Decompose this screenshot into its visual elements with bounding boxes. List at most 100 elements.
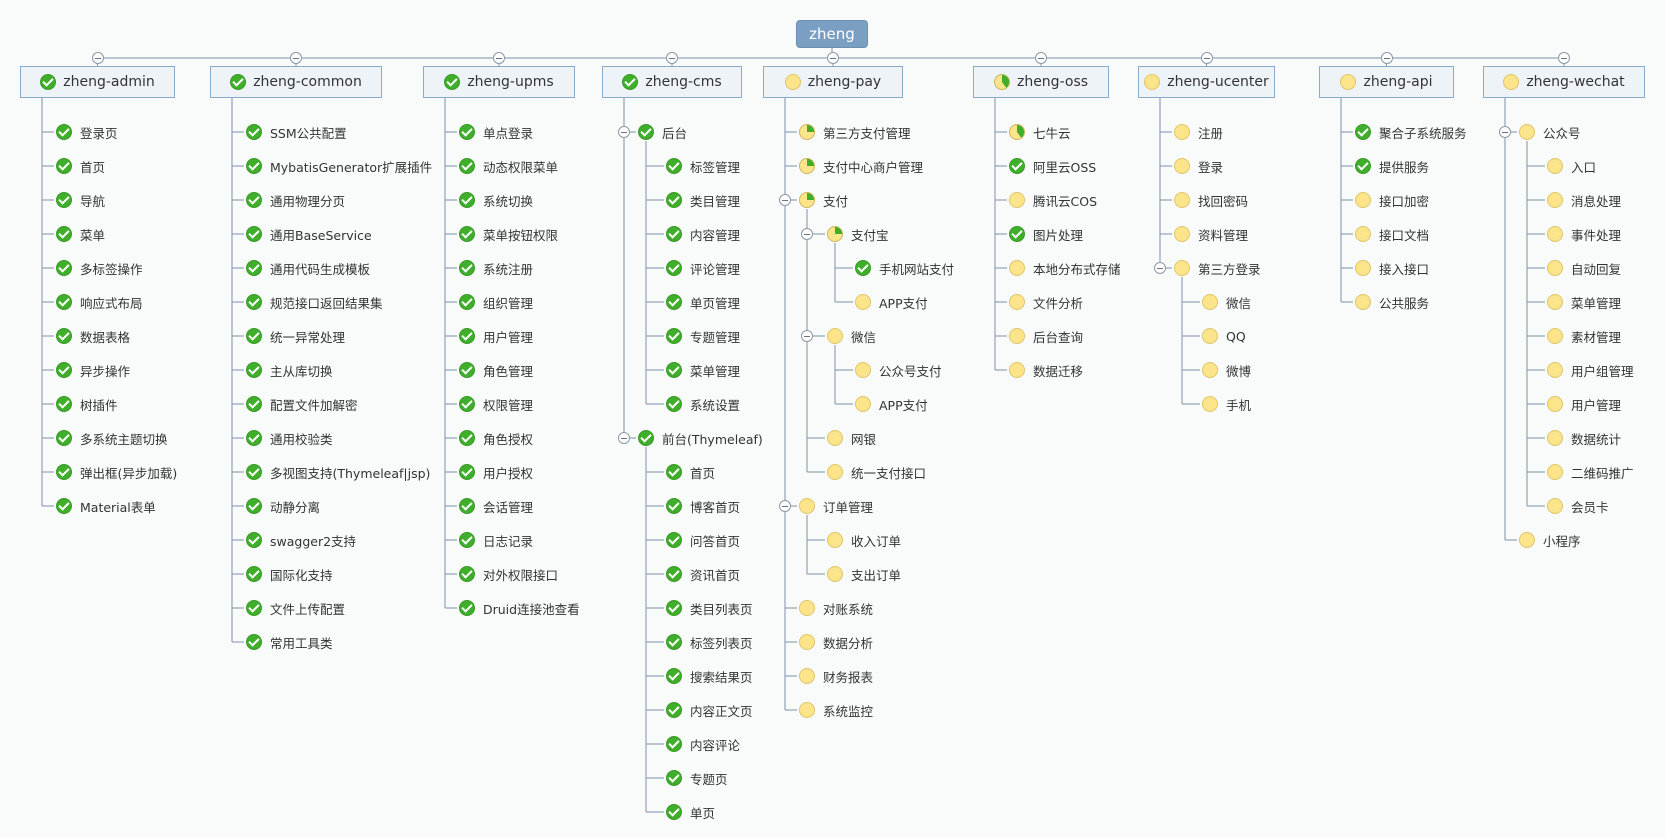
module-node[interactable]: zheng-wechat — [1483, 66, 1645, 98]
tree-node[interactable]: 支出订单 — [827, 564, 901, 584]
tree-node[interactable]: 文件分析 — [1009, 292, 1083, 312]
tree-node[interactable]: 本地分布式存储 — [1009, 258, 1121, 278]
module-node[interactable]: zheng-oss — [973, 66, 1109, 98]
tree-node[interactable]: 聚合子系统服务 — [1355, 122, 1467, 142]
collapse-toggle[interactable] — [801, 330, 813, 342]
collapse-toggle[interactable] — [666, 52, 678, 64]
module-node[interactable]: zheng-admin — [20, 66, 175, 98]
tree-node[interactable]: 标签列表页 — [666, 632, 753, 652]
tree-node[interactable]: 微信 — [827, 326, 876, 346]
tree-node[interactable]: 系统切换 — [459, 190, 533, 210]
tree-node[interactable]: 前台(Thymeleaf) — [638, 428, 763, 448]
tree-node[interactable]: 提供服务 — [1355, 156, 1429, 176]
tree-node[interactable]: 找回密码 — [1174, 190, 1248, 210]
tree-node[interactable]: 内容正文页 — [666, 700, 753, 720]
tree-node[interactable]: 通用校验类 — [246, 428, 333, 448]
tree-node[interactable]: 类目列表页 — [666, 598, 753, 618]
tree-node[interactable]: 数据分析 — [799, 632, 873, 652]
tree-node[interactable]: 资料管理 — [1174, 224, 1248, 244]
tree-node[interactable]: 公共服务 — [1355, 292, 1429, 312]
tree-node[interactable]: 微信 — [1202, 292, 1251, 312]
tree-node[interactable]: 动静分离 — [246, 496, 320, 516]
collapse-toggle[interactable] — [1154, 262, 1166, 274]
tree-node[interactable]: 组织管理 — [459, 292, 533, 312]
tree-node[interactable]: 登录 — [1174, 156, 1223, 176]
tree-node[interactable]: 手机网站支付 — [855, 258, 954, 278]
tree-node[interactable]: 资讯首页 — [666, 564, 740, 584]
tree-node[interactable]: QQ — [1202, 326, 1246, 346]
tree-node[interactable]: 数据表格 — [56, 326, 130, 346]
tree-node[interactable]: 用户管理 — [1547, 394, 1621, 414]
tree-node[interactable]: 导航 — [56, 190, 105, 210]
tree-node[interactable]: 首页 — [666, 462, 715, 482]
tree-node[interactable]: APP支付 — [855, 394, 928, 414]
tree-node[interactable]: 公众号 — [1519, 122, 1581, 142]
collapse-toggle[interactable] — [493, 52, 505, 64]
tree-node[interactable]: 二维码推广 — [1547, 462, 1634, 482]
tree-node[interactable]: 标签管理 — [666, 156, 740, 176]
tree-node[interactable]: 专题页 — [666, 768, 728, 788]
root-node[interactable]: zheng — [796, 20, 868, 48]
tree-node[interactable]: 对账系统 — [799, 598, 873, 618]
tree-node[interactable]: 通用物理分页 — [246, 190, 345, 210]
tree-node[interactable]: 弹出框(异步加载) — [56, 462, 177, 482]
tree-node[interactable]: 数据迁移 — [1009, 360, 1083, 380]
tree-node[interactable]: 支付 — [799, 190, 848, 210]
tree-node[interactable]: 第三方登录 — [1174, 258, 1261, 278]
tree-node[interactable]: 通用BaseService — [246, 224, 372, 244]
tree-node[interactable]: 单点登录 — [459, 122, 533, 142]
tree-node[interactable]: 统一异常处理 — [246, 326, 345, 346]
tree-node[interactable]: 多标签操作 — [56, 258, 143, 278]
collapse-toggle[interactable] — [1035, 52, 1047, 64]
tree-node[interactable]: 通用代码生成模板 — [246, 258, 370, 278]
tree-node[interactable]: 内容管理 — [666, 224, 740, 244]
module-node[interactable]: zheng-common — [210, 66, 382, 98]
tree-node[interactable]: 系统设置 — [666, 394, 740, 414]
tree-node[interactable]: 评论管理 — [666, 258, 740, 278]
tree-node[interactable]: 博客首页 — [666, 496, 740, 516]
collapse-toggle[interactable] — [779, 500, 791, 512]
tree-node[interactable]: 多系统主题切换 — [56, 428, 168, 448]
tree-node[interactable]: 多视图支持(Thymeleaf|jsp) — [246, 462, 430, 482]
tree-node[interactable]: 系统监控 — [799, 700, 873, 720]
tree-node[interactable]: 订单管理 — [799, 496, 873, 516]
tree-node[interactable]: 用户管理 — [459, 326, 533, 346]
tree-node[interactable]: 动态权限菜单 — [459, 156, 558, 176]
tree-node[interactable]: 日志记录 — [459, 530, 533, 550]
tree-node[interactable]: 响应式布局 — [56, 292, 143, 312]
tree-node[interactable]: 统一支付接口 — [827, 462, 926, 482]
tree-node[interactable]: 用户授权 — [459, 462, 533, 482]
tree-node[interactable]: 菜单管理 — [1547, 292, 1621, 312]
tree-node[interactable]: 网银 — [827, 428, 876, 448]
module-node[interactable]: zheng-cms — [602, 66, 742, 98]
tree-node[interactable]: 国际化支持 — [246, 564, 333, 584]
tree-node[interactable]: 素材管理 — [1547, 326, 1621, 346]
tree-node[interactable]: 公众号支付 — [855, 360, 942, 380]
tree-node[interactable]: 树插件 — [56, 394, 118, 414]
tree-node[interactable]: 入口 — [1547, 156, 1596, 176]
collapse-toggle[interactable] — [618, 432, 630, 444]
collapse-toggle[interactable] — [618, 126, 630, 138]
tree-node[interactable]: 类目管理 — [666, 190, 740, 210]
tree-node[interactable]: 规范接口返回结果集 — [246, 292, 383, 312]
tree-node[interactable]: MybatisGenerator扩展插件 — [246, 156, 432, 176]
tree-node[interactable]: 接入接口 — [1355, 258, 1429, 278]
tree-node[interactable]: 单页 — [666, 802, 715, 822]
tree-node[interactable]: 阿里云OSS — [1009, 156, 1096, 176]
tree-node[interactable]: Material表单 — [56, 496, 156, 516]
tree-node[interactable]: 登录页 — [56, 122, 118, 142]
tree-node[interactable]: 接口加密 — [1355, 190, 1429, 210]
tree-node[interactable]: 手机 — [1202, 394, 1251, 414]
tree-node[interactable]: 搜索结果页 — [666, 666, 753, 686]
tree-node[interactable]: 系统注册 — [459, 258, 533, 278]
tree-node[interactable]: 异步操作 — [56, 360, 130, 380]
tree-node[interactable]: APP支付 — [855, 292, 928, 312]
tree-node[interactable]: 小程序 — [1519, 530, 1581, 550]
tree-node[interactable]: 支付宝 — [827, 224, 889, 244]
tree-node[interactable]: 事件处理 — [1547, 224, 1621, 244]
tree-node[interactable]: 后台 — [638, 122, 687, 142]
tree-node[interactable]: 问答首页 — [666, 530, 740, 550]
tree-node[interactable]: 角色管理 — [459, 360, 533, 380]
tree-node[interactable]: 用户组管理 — [1547, 360, 1634, 380]
collapse-toggle[interactable] — [1380, 52, 1393, 64]
